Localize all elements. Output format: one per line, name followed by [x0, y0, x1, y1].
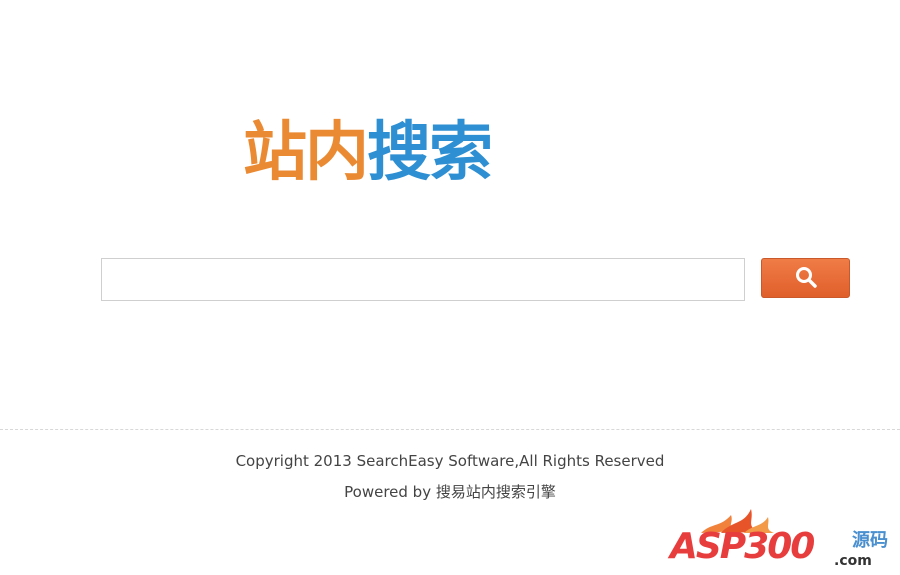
powered-by-text: Powered by 搜易站内搜索引擎: [344, 483, 556, 501]
logo-text-blue: 搜索: [367, 116, 493, 190]
search-button[interactable]: [761, 258, 850, 298]
copyright-text: Copyright 2013 SearchEasy Software,All R…: [235, 452, 665, 470]
logo-text-orange: 站内: [243, 116, 369, 190]
watermark-domain: .com: [834, 553, 872, 569]
footer-divider: [0, 429, 900, 430]
watermark-brand: ASP300: [670, 526, 815, 567]
search-input[interactable]: [101, 258, 745, 301]
search-icon: [794, 265, 818, 292]
watermark-cn: 源码: [852, 530, 888, 551]
watermark-logo: ASP300 源码 .com: [666, 505, 896, 575]
site-logo: 站内搜索: [243, 113, 493, 193]
